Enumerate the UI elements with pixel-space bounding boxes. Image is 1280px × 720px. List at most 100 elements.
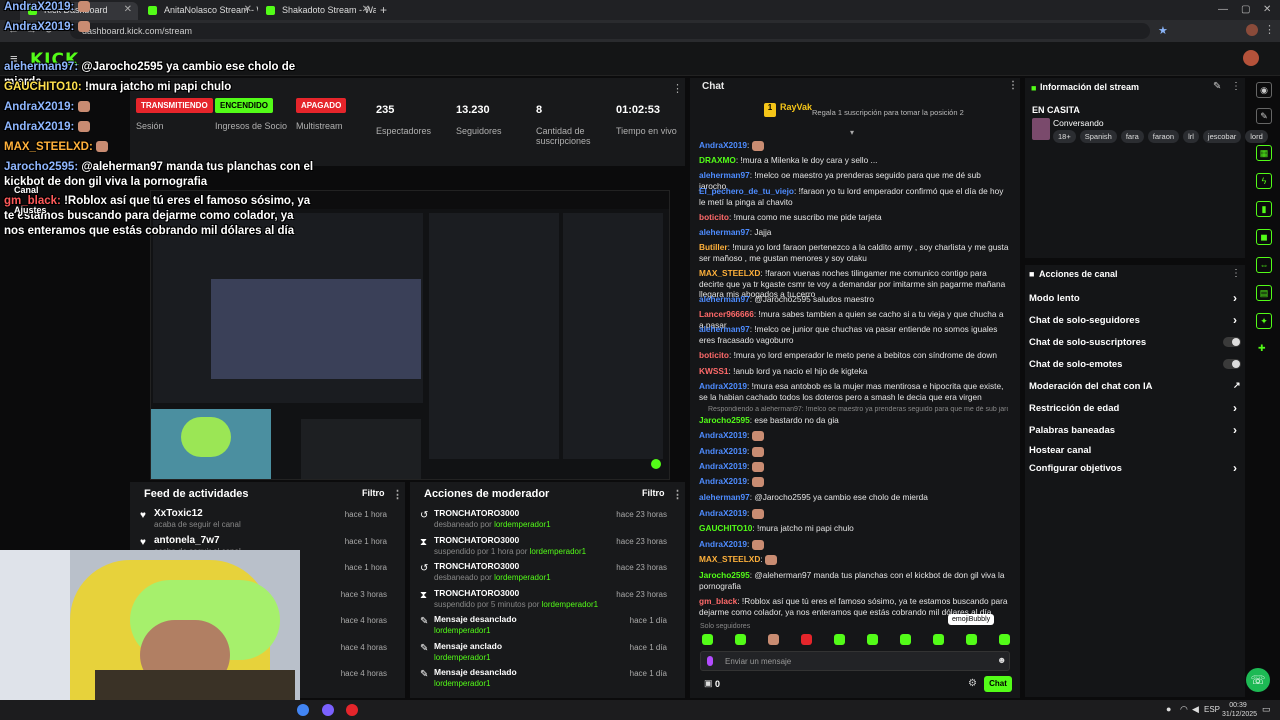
dashboard-icon[interactable]: ▦ xyxy=(1256,145,1272,161)
moderator-name[interactable]: lordemperador1 xyxy=(530,547,586,556)
mod-action-title[interactable]: Mensaje anclado xyxy=(434,641,502,651)
chat-username[interactable]: aleherman97 xyxy=(699,227,750,237)
chat-username[interactable]: AndraX2019 xyxy=(699,140,747,150)
chat-username[interactable]: AndraX2019 xyxy=(699,461,747,471)
chat-username[interactable]: aleherman97 xyxy=(699,170,750,180)
stream-tag[interactable]: Spanish xyxy=(1079,130,1117,143)
mod-menu-icon[interactable]: ⋮ xyxy=(672,488,683,501)
stream-tag[interactable]: faraon xyxy=(1147,130,1180,143)
send-chat-button[interactable]: Chat xyxy=(984,676,1012,692)
close-tab-icon[interactable]: ✕ xyxy=(362,4,370,15)
chat-username[interactable]: AndraX2019 xyxy=(699,476,747,486)
channel-option[interactable]: Chat de solo-suscriptores xyxy=(1029,337,1146,348)
channel-option[interactable]: Configurar objetivos xyxy=(1029,463,1122,474)
language-indicator[interactable]: ESP xyxy=(1204,705,1220,714)
chat-username[interactable]: Butiller xyxy=(699,242,728,252)
tools-icon[interactable]: ✦ xyxy=(1256,313,1272,329)
emote-button[interactable] xyxy=(735,634,746,645)
lightning-icon[interactable]: ϟ xyxy=(1256,173,1272,189)
emoji-picker-icon[interactable]: ☻ xyxy=(997,655,1006,665)
pinned-collapse-icon[interactable]: ▾ xyxy=(850,128,854,137)
chat-username[interactable]: AndraX2019 xyxy=(699,508,747,518)
chat-username[interactable]: AndraX2019 xyxy=(699,381,747,391)
chat-username[interactable]: aleherman97 xyxy=(699,294,750,304)
moderator-name[interactable]: lordemperador1 xyxy=(494,573,550,582)
chat-username[interactable]: aleherman97 xyxy=(699,324,750,334)
moderator-name[interactable]: lordemperador1 xyxy=(542,600,598,609)
chat-username[interactable]: boticito xyxy=(699,350,729,360)
user-avatar[interactable] xyxy=(1243,50,1259,66)
notifications-icon[interactable]: ◉ xyxy=(1256,82,1272,98)
link-icon[interactable]: ⇔ xyxy=(1256,257,1272,273)
category-name[interactable]: Conversando xyxy=(1053,118,1104,128)
stream-tag[interactable]: fara xyxy=(1120,130,1144,143)
emote-button[interactable] xyxy=(834,634,845,645)
feed-username[interactable]: antonela_7w7 xyxy=(154,535,220,546)
chat-username[interactable]: AndraX2019 xyxy=(699,539,747,549)
mod-action-title[interactable]: TRONCHATORO3000 xyxy=(434,535,519,545)
chevron-right-icon[interactable]: › xyxy=(1233,461,1237,475)
channel-actions-menu-icon[interactable]: ⋮ xyxy=(1231,268,1241,279)
chat-settings-icon[interactable]: ⚙ xyxy=(968,678,977,689)
gift-sub-prompt[interactable]: Regala 1 suscripción para tomar la posic… xyxy=(812,108,964,117)
chat-bubble-icon[interactable]: ◼ xyxy=(1256,229,1272,245)
channel-option[interactable]: Moderación del chat con IA xyxy=(1029,381,1153,392)
share-icon[interactable]: ✚ xyxy=(1258,343,1266,354)
chat-menu-icon[interactable]: ⋮ xyxy=(1008,80,1018,91)
chevron-right-icon[interactable]: › xyxy=(1233,423,1237,437)
chat-username[interactable]: AndraX2019 xyxy=(699,446,747,456)
volume-icon[interactable]: ◀ xyxy=(1192,704,1199,715)
chat-username[interactable]: aleherman97 xyxy=(699,492,750,502)
chevron-right-icon[interactable]: › xyxy=(1233,291,1237,305)
toggle-switch[interactable] xyxy=(1223,359,1241,369)
chat-username[interactable]: MAX_STEELXD xyxy=(699,268,760,278)
emote-button[interactable] xyxy=(966,634,977,645)
notification-center-icon[interactable]: ▭ xyxy=(1262,704,1271,715)
emote-button[interactable] xyxy=(900,634,911,645)
clip-icon[interactable]: ▮ xyxy=(1256,201,1272,217)
stream-tag[interactable]: lord xyxy=(1245,130,1268,143)
profile-avatar[interactable] xyxy=(1246,24,1258,36)
external-link-icon[interactable]: ↗ xyxy=(1233,380,1241,391)
chat-username[interactable]: Lancer966666 xyxy=(699,309,754,319)
chat-username[interactable]: DRAXMO xyxy=(699,155,736,165)
mod-action-title[interactable]: TRONCHATORO3000 xyxy=(434,508,519,518)
emote-button[interactable] xyxy=(999,634,1010,645)
layout-icon[interactable]: ▤ xyxy=(1256,285,1272,301)
channel-option[interactable]: Palabras baneadas xyxy=(1029,425,1115,436)
chat-username[interactable]: GAUCHITO10 xyxy=(699,523,752,533)
edit-pencil-icon[interactable]: ✎ xyxy=(1213,81,1221,92)
mod-action-title[interactable]: Mensaje desanclado xyxy=(434,614,517,624)
channel-option[interactable]: Chat de solo-emotes xyxy=(1029,359,1122,370)
minimize-icon[interactable]: — xyxy=(1218,4,1228,15)
stream-tag[interactable]: jescobar xyxy=(1202,130,1242,143)
activity-filter-button[interactable]: Filtro xyxy=(362,488,385,498)
channel-option[interactable]: Hostear canal xyxy=(1029,445,1091,456)
bookmark-star-icon[interactable]: ★ xyxy=(1158,24,1168,37)
stream-tag[interactable]: lrl xyxy=(1183,130,1199,143)
chat-username[interactable]: KWSS1 xyxy=(699,366,729,376)
chat-username[interactable]: Jarocho2595 xyxy=(699,415,750,425)
help-chat-icon[interactable]: ☏ xyxy=(1246,668,1270,692)
emote-button[interactable] xyxy=(702,634,713,645)
emote-button[interactable] xyxy=(867,634,878,645)
new-tab-button[interactable]: + xyxy=(380,3,387,17)
top-gifter-name[interactable]: RayVak xyxy=(780,102,812,112)
edit-icon[interactable]: ✎ xyxy=(1256,108,1272,124)
mod-action-title[interactable]: TRONCHATORO3000 xyxy=(434,588,519,598)
chat-username[interactable]: Jarocho2595 xyxy=(699,570,750,580)
mod-action-title[interactable]: TRONCHATORO3000 xyxy=(434,561,519,571)
moderator-name[interactable]: lordemperador1 xyxy=(434,653,490,662)
stream-tag[interactable]: 18+ xyxy=(1053,130,1076,143)
chrome-taskbar-icon[interactable] xyxy=(297,704,309,716)
stats-menu-icon[interactable]: ⋮ xyxy=(672,82,683,95)
toggle-switch[interactable] xyxy=(1223,337,1241,347)
emote-button[interactable] xyxy=(801,634,812,645)
mod-action-title[interactable]: Mensaje desanclado xyxy=(434,667,517,677)
chat-username[interactable]: El_pechero_de_tu_viejo xyxy=(699,186,794,196)
app-taskbar-icon[interactable] xyxy=(322,704,334,716)
chat-username[interactable]: boticito xyxy=(699,212,729,222)
chevron-right-icon[interactable]: › xyxy=(1233,401,1237,415)
browser-menu-icon[interactable]: ⋮ xyxy=(1264,23,1275,36)
moderator-name[interactable]: lordemperador1 xyxy=(434,679,490,688)
